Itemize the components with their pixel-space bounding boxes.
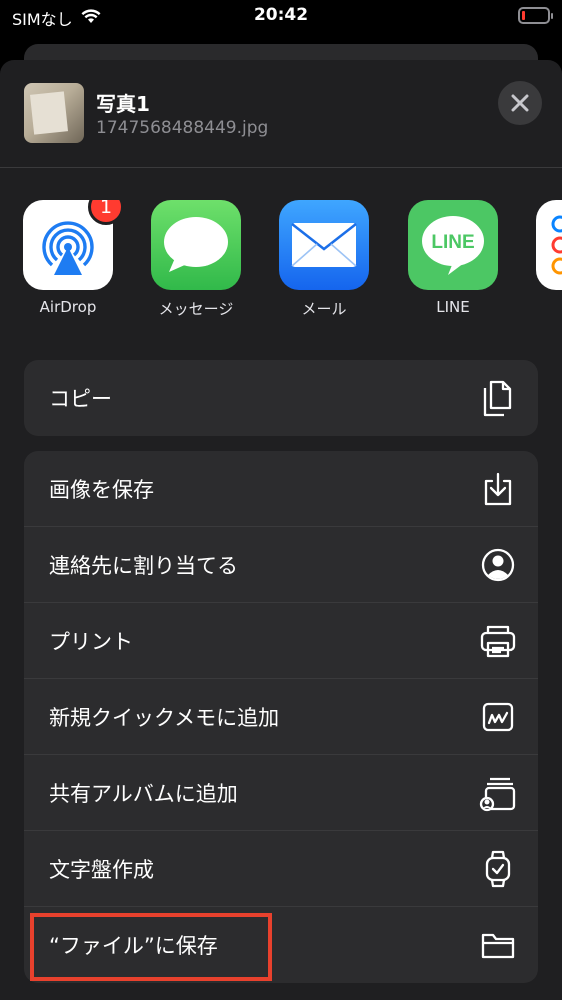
app-mail[interactable]: メール [269,200,379,319]
app-row: 1 AirDrop メッセージ メール LINE LINE [0,200,562,322]
action-print[interactable]: プリント [24,603,538,679]
app-messages[interactable]: メッセージ [141,200,251,319]
app-label-airdrop: AirDrop [39,298,97,316]
close-icon [511,94,529,112]
app-label-reminders: リマ [526,298,562,319]
reminders-icon [536,200,562,290]
copy-row[interactable]: コピー [24,360,538,436]
shared-album-icon [478,773,518,813]
photo-thumbnail [24,83,84,143]
action-quick-note[interactable]: 新規クイックメモに追加 [24,679,538,755]
status-time: 20:42 [253,5,309,25]
action-save-to-files[interactable]: “ファイル”に保存 [24,907,538,983]
line-icon: LINE [408,200,498,290]
action-save-image[interactable]: 画像を保存 [24,451,538,527]
share-title: 写真1 [96,92,150,116]
share-header: 写真1 1747568488449.jpg [0,60,562,168]
save-image-label: 画像を保存 [49,477,154,502]
assign-contact-label: 連絡先に割り当てる [49,553,238,578]
app-label-line: LINE [436,298,470,316]
app-label-mail: メール [301,300,347,318]
copy-label: コピー [49,387,112,411]
share-sheet: 写真1 1747568488449.jpg 1 AirDrop メッセージ メー… [0,60,562,1000]
copy-group: コピー [24,360,538,436]
close-button[interactable] [498,81,542,125]
messages-icon [151,200,241,290]
airdrop-icon: 1 [23,200,124,290]
line-logo-text: LINE [431,232,474,253]
quick-note-label: 新規クイックメモに追加 [49,705,280,730]
watch-face-icon [478,849,518,889]
battery-icon [518,7,553,24]
print-label: プリント [49,629,133,654]
app-line[interactable]: LINE LINE [398,200,508,316]
folder-icon [478,925,518,965]
save-to-files-label: “ファイル”に保存 [49,934,218,958]
app-reminders[interactable]: リマ [526,200,562,319]
printer-icon [478,621,518,661]
action-assign-contact[interactable]: 連絡先に割り当てる [24,527,538,603]
status-bar: SIMなし 20:42 [0,0,562,34]
action-watch-face[interactable]: 文字盤作成 [24,831,538,907]
contact-icon [478,545,518,585]
save-image-icon [478,469,518,509]
actions-group: 画像を保存 連絡先に割り当てる プリント 新規クイックメモに追加 共有アルバムに… [24,451,538,983]
watch-face-label: 文字盤作成 [49,857,154,882]
app-airdrop[interactable]: 1 AirDrop [13,200,124,316]
quick-note-icon [478,697,518,737]
share-filename: 1747568488449.jpg [96,118,269,138]
copy-icon [478,378,518,418]
shared-album-label: 共有アルバムに追加 [49,781,238,806]
app-label-messages: メッセージ [158,300,234,318]
action-shared-album[interactable]: 共有アルバムに追加 [24,755,538,831]
mail-icon [279,200,369,290]
